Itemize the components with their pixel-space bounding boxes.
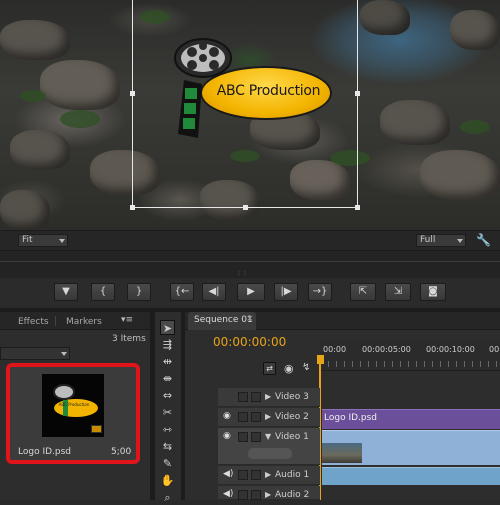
- ruler-label: 00:00:10:00: [426, 345, 475, 354]
- ripple-edit-tool-icon[interactable]: ⇹: [160, 354, 175, 369]
- clip-duration: 5;00: [111, 447, 132, 457]
- bin-view-dropdown[interactable]: [0, 347, 70, 360]
- track-label: Audio 2: [275, 490, 310, 500]
- film-strip-icon: [178, 80, 202, 138]
- transform-handle[interactable]: [355, 205, 360, 210]
- extract-button[interactable]: ⇲: [385, 283, 411, 301]
- sync-lock-toggle[interactable]: [238, 490, 248, 500]
- clip-type-badge: [91, 425, 102, 433]
- play-button[interactable]: ▶: [237, 283, 265, 301]
- speaker-icon[interactable]: ◀): [223, 489, 233, 499]
- timeline-clip-video-1[interactable]: [322, 430, 500, 465]
- chevron-down-icon: [457, 239, 463, 243]
- chevron-right-icon[interactable]: ▶: [265, 392, 271, 401]
- track-label: Video 1: [275, 432, 309, 442]
- eye-icon[interactable]: ◉: [223, 411, 231, 421]
- track-lock-toggle[interactable]: [251, 412, 261, 422]
- chevron-down-icon[interactable]: ▼: [265, 432, 271, 441]
- panel-menu-icon[interactable]: ▾≡: [121, 315, 139, 327]
- chevron-right-icon[interactable]: ▶: [265, 412, 271, 421]
- rate-stretch-tool-icon[interactable]: ⇔: [160, 388, 175, 403]
- zoom-level-value: Fit: [22, 235, 33, 245]
- track-lock-toggle[interactable]: [251, 490, 261, 500]
- monitor-time-ruler[interactable]: ⋮⋮: [0, 250, 500, 278]
- speaker-icon[interactable]: ◀): [223, 469, 233, 479]
- wrench-icon[interactable]: 🔧: [476, 233, 491, 247]
- playback-resolution-value: Full: [420, 235, 436, 245]
- slide-tool-icon[interactable]: ⇆: [160, 439, 175, 454]
- clip-name: Logo ID.psd: [18, 447, 72, 457]
- timeline-clip-audio-1[interactable]: [322, 467, 500, 485]
- rolling-edit-tool-icon[interactable]: ⇼: [160, 371, 175, 386]
- film-reel-icon: [174, 38, 232, 78]
- timeline-clip-label: Logo ID.psd: [324, 413, 378, 423]
- mark-out-button[interactable]: }: [127, 283, 151, 301]
- track-lock-toggle[interactable]: [251, 470, 261, 480]
- sync-lock-toggle[interactable]: [238, 392, 248, 402]
- linked-selection-icon[interactable]: ↯: [302, 362, 310, 373]
- track-label: Audio 1: [275, 470, 310, 480]
- go-to-out-button[interactable]: →}: [308, 283, 332, 301]
- track-lock-toggle[interactable]: [251, 432, 261, 442]
- sequence-timecode[interactable]: 00:00:00:00: [213, 335, 286, 349]
- razor-tool-icon[interactable]: ✂: [160, 405, 175, 420]
- ruler-label: 00:00: [323, 345, 347, 354]
- logo-text: ABC Production: [216, 83, 321, 99]
- tab-markers[interactable]: Markers: [66, 314, 102, 330]
- add-marker-button[interactable]: ▼: [54, 283, 78, 301]
- keyframe-navigator[interactable]: [248, 448, 292, 459]
- marker-icon[interactable]: ◉: [284, 362, 294, 375]
- chevron-right-icon[interactable]: ▶: [265, 490, 271, 499]
- tab-effects[interactable]: Effects: [18, 314, 49, 330]
- sync-lock-toggle[interactable]: [238, 470, 248, 480]
- ruler-label: 00: [489, 345, 500, 354]
- sync-lock-toggle[interactable]: [238, 412, 248, 422]
- sync-lock-toggle[interactable]: [238, 432, 248, 442]
- slip-tool-icon[interactable]: ⇿: [160, 422, 175, 437]
- eye-icon[interactable]: ◉: [223, 431, 231, 441]
- transform-handle[interactable]: [130, 91, 135, 96]
- chevron-down-icon: [61, 352, 67, 356]
- playhead-marker[interactable]: [317, 355, 324, 364]
- thumbnail-logo-text: ABC Production: [58, 402, 90, 407]
- snap-icon[interactable]: ⇄: [263, 362, 276, 375]
- transform-handle[interactable]: [243, 205, 248, 210]
- track-label: Video 3: [275, 392, 309, 402]
- pen-tool-icon[interactable]: ✎: [160, 456, 175, 471]
- lift-button[interactable]: ⇱: [350, 283, 376, 301]
- go-to-in-button[interactable]: {←: [170, 283, 194, 301]
- step-forward-button[interactable]: |▶: [274, 283, 298, 301]
- step-back-button[interactable]: ◀|: [202, 283, 226, 301]
- track-select-tool-icon[interactable]: ⇶: [160, 337, 175, 352]
- timeline-clip-logo-id[interactable]: Logo ID.psd: [322, 409, 500, 429]
- playback-resolution-dropdown[interactable]: Full: [416, 234, 466, 247]
- zoom-level-dropdown[interactable]: Fit: [18, 234, 68, 247]
- zoom-scroll-grip[interactable]: ⋮⋮: [236, 271, 248, 277]
- chevron-right-icon[interactable]: ▶: [265, 470, 271, 479]
- close-icon[interactable]: ×: [246, 314, 254, 324]
- export-frame-button[interactable]: ◙: [420, 283, 446, 301]
- ruler-label: 00:00:05:00: [362, 345, 411, 354]
- zoom-tool-icon[interactable]: ⌕: [160, 490, 175, 505]
- selection-tool-icon[interactable]: ➤: [160, 320, 175, 335]
- mark-in-button[interactable]: {: [91, 283, 115, 301]
- transform-handle[interactable]: [355, 91, 360, 96]
- chevron-down-icon: [59, 239, 65, 243]
- sequence-tab-label: Sequence 01: [194, 315, 253, 325]
- track-label: Video 2: [275, 412, 309, 422]
- track-lock-toggle[interactable]: [251, 392, 261, 402]
- items-count: 3 Items: [112, 334, 146, 344]
- transform-handle[interactable]: [130, 205, 135, 210]
- hand-tool-icon[interactable]: ✋: [160, 473, 175, 488]
